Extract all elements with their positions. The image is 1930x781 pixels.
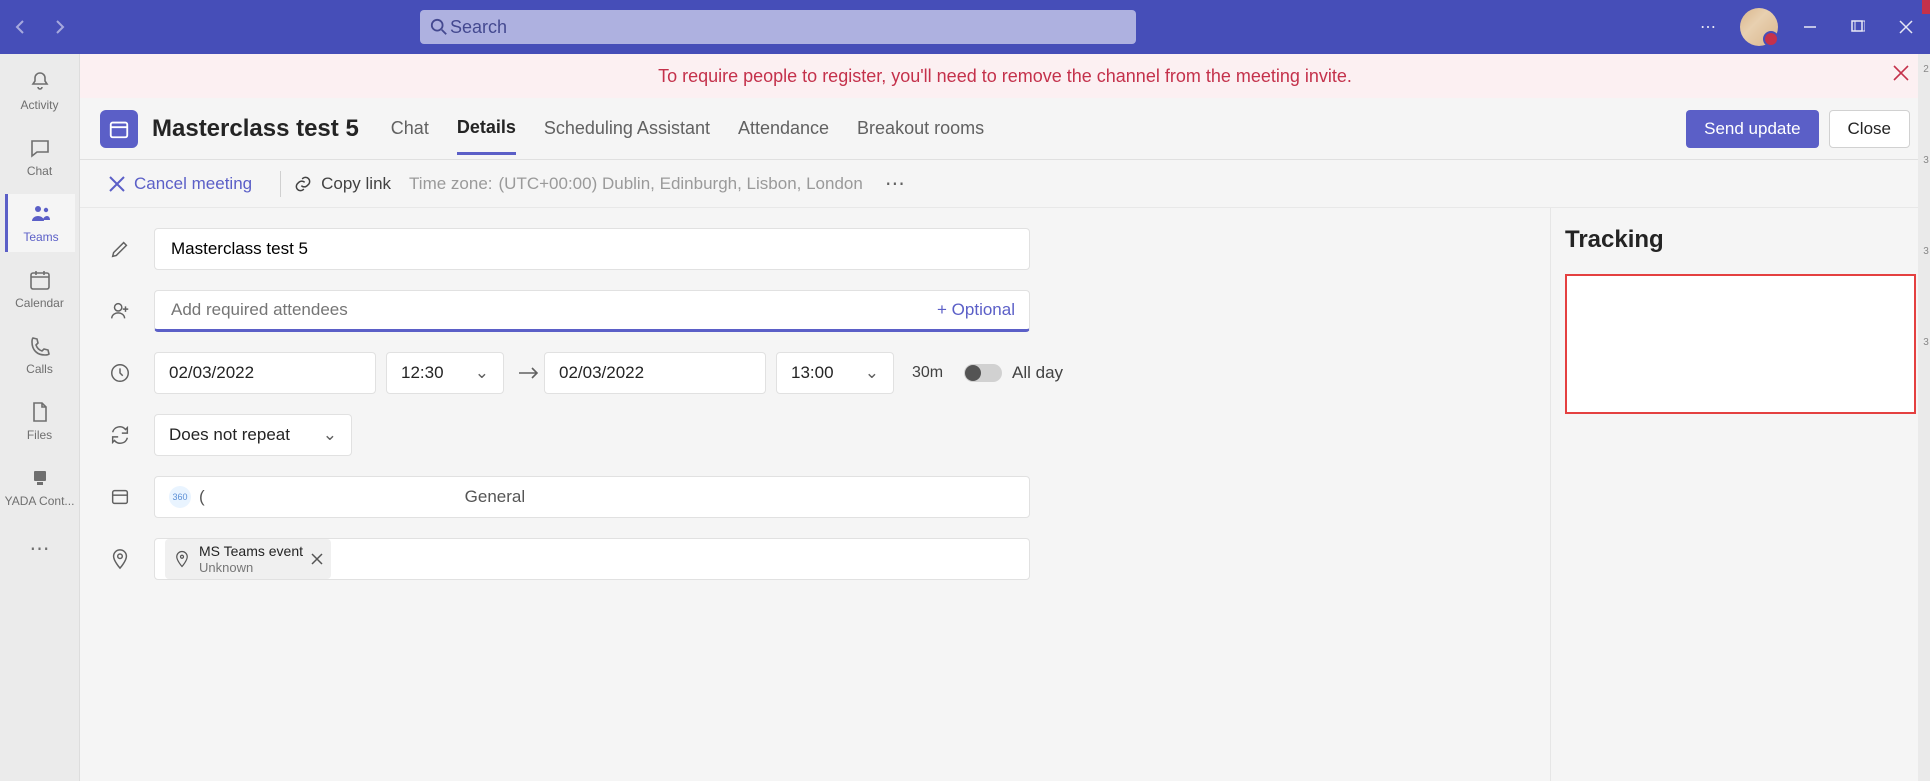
person-add-icon [104, 300, 136, 322]
channel-name: General [465, 487, 525, 507]
search-box[interactable] [420, 10, 1136, 44]
window-maximize-button[interactable] [1834, 3, 1882, 51]
meeting-header: Masterclass test 5 Chat Details Scheduli… [80, 98, 1930, 160]
rail-teams[interactable]: Teams [5, 194, 75, 252]
tab-chat[interactable]: Chat [391, 104, 429, 153]
rail-label: Calendar [15, 296, 64, 310]
add-optional-button[interactable]: + Optional [937, 300, 1015, 320]
close-icon [108, 175, 126, 193]
arrow-right-icon [514, 366, 544, 380]
rail-label: Calls [26, 362, 53, 376]
file-icon [28, 400, 52, 424]
decorative-red-corner [1922, 0, 1930, 14]
timezone-value[interactable]: (UTC+00:00) Dublin, Edinburgh, Lisbon, L… [499, 174, 863, 194]
channel-cursor: ( [199, 487, 205, 507]
app-icon [28, 466, 52, 490]
dismiss-warning-button[interactable] [1892, 64, 1910, 82]
location-pin-icon [173, 550, 191, 568]
meeting-form: + Optional 02/03/2022 12:30 ⌄ 02/0 [80, 208, 1550, 781]
close-button[interactable]: Close [1829, 110, 1910, 148]
user-avatar[interactable] [1740, 8, 1778, 46]
more-options-button[interactable]: ⋯ [1684, 3, 1732, 51]
app-rail: Activity Chat Teams Calendar Calls Files… [0, 54, 80, 781]
team-avatar-icon: 360 [169, 486, 191, 508]
tab-scheduling-assistant[interactable]: Scheduling Assistant [544, 104, 710, 153]
back-button[interactable] [0, 7, 40, 47]
pencil-icon [104, 238, 136, 260]
duration-label: 30m [912, 364, 954, 382]
rail-files[interactable]: Files [5, 392, 75, 450]
phone-icon [28, 334, 52, 358]
warning-banner: To require people to register, you'll ne… [80, 54, 1930, 98]
link-icon [293, 174, 313, 194]
search-icon [430, 18, 448, 36]
teams-icon [29, 202, 53, 226]
attendees-field[interactable]: + Optional [154, 290, 1030, 332]
rail-label: Teams [23, 230, 58, 244]
rail-label: YADA Cont... [5, 494, 75, 508]
copy-link-label: Copy link [321, 174, 391, 194]
chat-icon [28, 136, 52, 160]
warning-text: To require people to register, you'll ne… [658, 66, 1352, 87]
rail-chat[interactable]: Chat [5, 128, 75, 186]
send-update-button[interactable]: Send update [1686, 110, 1818, 148]
location-title: MS Teams event [199, 543, 303, 560]
window-minimize-button[interactable] [1786, 3, 1834, 51]
tab-breakout-rooms[interactable]: Breakout rooms [857, 104, 984, 153]
meeting-icon [100, 110, 138, 148]
chevron-down-icon: ⌄ [475, 363, 489, 383]
recurrence-field[interactable]: Does not repeat ⌄ [154, 414, 352, 456]
rail-label: Activity [20, 98, 58, 112]
timezone-label: Time zone: [409, 174, 492, 194]
tab-attendance[interactable]: Attendance [738, 104, 829, 153]
rail-yada[interactable]: YADA Cont... [5, 458, 75, 516]
tracking-panel: Tracking [1550, 208, 1930, 781]
clock-icon [104, 362, 136, 384]
copy-link-button[interactable]: Copy link [293, 174, 391, 194]
rail-label: Files [27, 428, 52, 442]
cancel-meeting-button[interactable]: Cancel meeting [108, 174, 252, 194]
tracking-title: Tracking [1565, 226, 1916, 254]
rail-calls[interactable]: Calls [5, 326, 75, 384]
cancel-meeting-label: Cancel meeting [134, 174, 252, 194]
separator [280, 171, 281, 197]
forward-button[interactable] [40, 7, 80, 47]
all-day-label: All day [1012, 363, 1063, 383]
start-time-field[interactable]: 12:30 ⌄ [386, 352, 504, 394]
repeat-icon [104, 424, 136, 446]
bell-icon [28, 70, 52, 94]
meeting-actions-row: Cancel meeting Copy link Time zone: (UTC… [80, 160, 1930, 208]
scrollbar[interactable]: 2 3 3 3 [1918, 54, 1930, 781]
location-sub: Unknown [199, 560, 303, 576]
location-pin-icon [104, 548, 136, 570]
end-time-field[interactable]: 13:00 ⌄ [776, 352, 894, 394]
location-field[interactable]: MS Teams event Unknown [154, 538, 1030, 580]
calendar-icon [108, 118, 130, 140]
search-input[interactable] [448, 16, 1126, 39]
title-bar: ⋯ [0, 0, 1930, 54]
attendees-input[interactable] [169, 299, 937, 321]
rail-label: Chat [27, 164, 52, 178]
tracking-highlight-box [1565, 274, 1916, 414]
rail-more-button[interactable]: ⋯ [30, 536, 50, 561]
title-input[interactable] [169, 238, 1015, 260]
channel-field[interactable]: 360 ( General [154, 476, 1030, 518]
close-icon [311, 553, 323, 565]
close-icon [1892, 64, 1910, 82]
rail-activity[interactable]: Activity [5, 62, 75, 120]
chevron-down-icon: ⌄ [323, 425, 337, 445]
chevron-down-icon: ⌄ [865, 363, 879, 383]
remove-location-button[interactable] [311, 553, 323, 565]
end-date-field[interactable]: 02/03/2022 [544, 352, 766, 394]
meeting-title: Masterclass test 5 [152, 115, 359, 143]
start-date-field[interactable]: 02/03/2022 [154, 352, 376, 394]
tab-details[interactable]: Details [457, 103, 516, 155]
title-field[interactable] [154, 228, 1030, 270]
location-chip: MS Teams event Unknown [165, 539, 331, 579]
channel-icon [104, 486, 136, 508]
more-actions-button[interactable]: ⋯ [885, 171, 905, 196]
rail-calendar[interactable]: Calendar [5, 260, 75, 318]
all-day-toggle[interactable] [964, 364, 1002, 382]
calendar-icon [28, 268, 52, 292]
